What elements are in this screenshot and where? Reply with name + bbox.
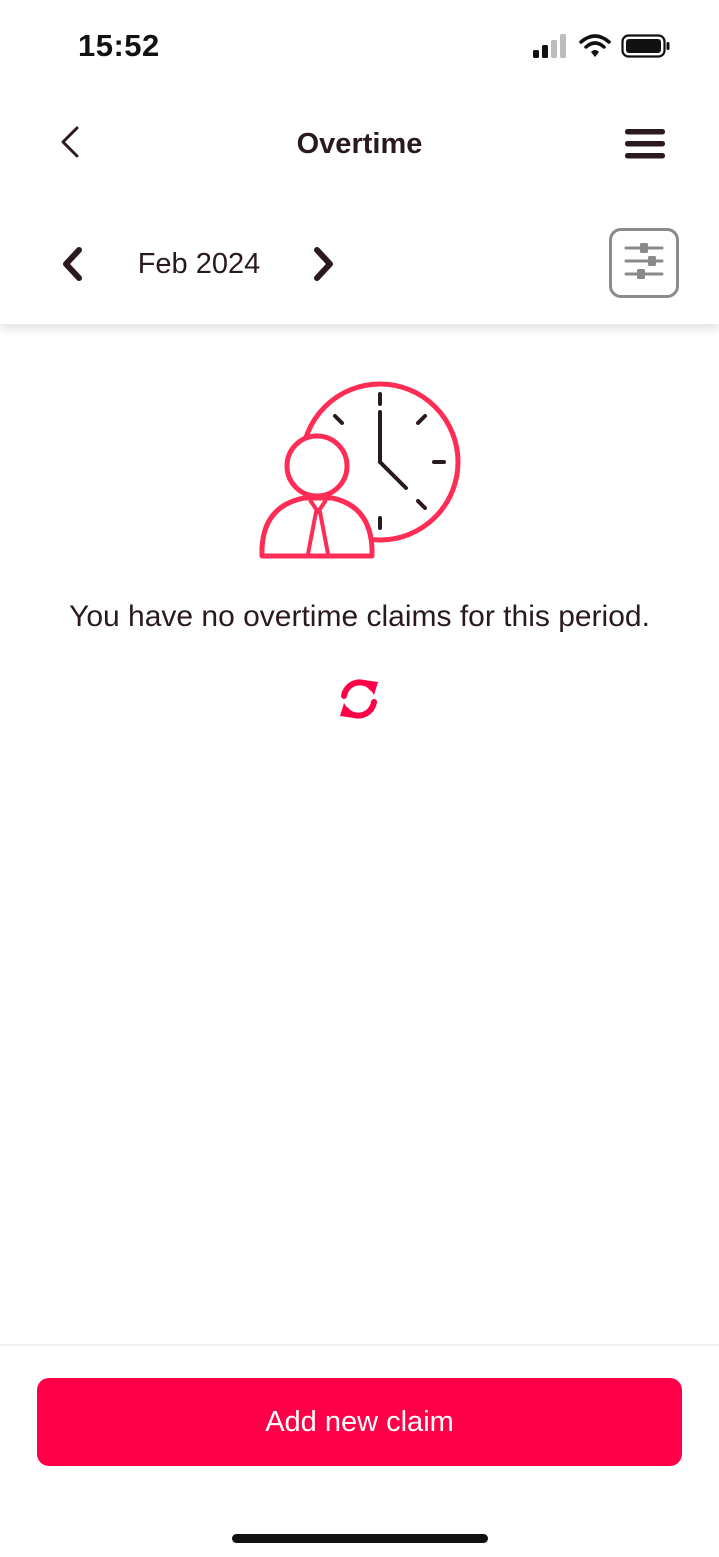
refresh-button[interactable] [334,676,384,726]
next-month-button[interactable] [304,244,344,288]
status-icons [533,33,671,63]
cellular-signal-icon [533,33,569,63]
add-new-claim-button[interactable]: Add new claim [37,1378,682,1466]
footer: Add new claim [0,1344,719,1557]
page-title: Overtime [296,128,423,160]
prev-month-button[interactable] [52,244,92,288]
wifi-icon [579,33,611,63]
battery-icon [621,33,671,63]
overtime-screen: 15:52 Overtime Feb 2024 You have no over… [0,0,719,1557]
home-indicator [232,1534,488,1543]
menu-button[interactable] [623,126,667,166]
chevron-left-bold-icon [59,246,85,287]
period-selector: Feb 2024 [0,208,719,324]
empty-message: You have no overtime claims for this per… [69,600,650,633]
empty-state: You have no overtime claims for this per… [0,324,719,1344]
status-time: 15:52 [78,28,160,63]
chevron-right-bold-icon [311,246,337,287]
hamburger-menu-icon [625,127,665,166]
refresh-icon [336,676,382,727]
app-header: Overtime [0,96,719,200]
status-bar: 15:52 [0,0,719,96]
person-with-clock-icon [258,380,462,560]
period-label: Feb 2024 [137,248,261,280]
filter-button[interactable] [609,228,679,298]
sliders-icon [624,242,664,285]
